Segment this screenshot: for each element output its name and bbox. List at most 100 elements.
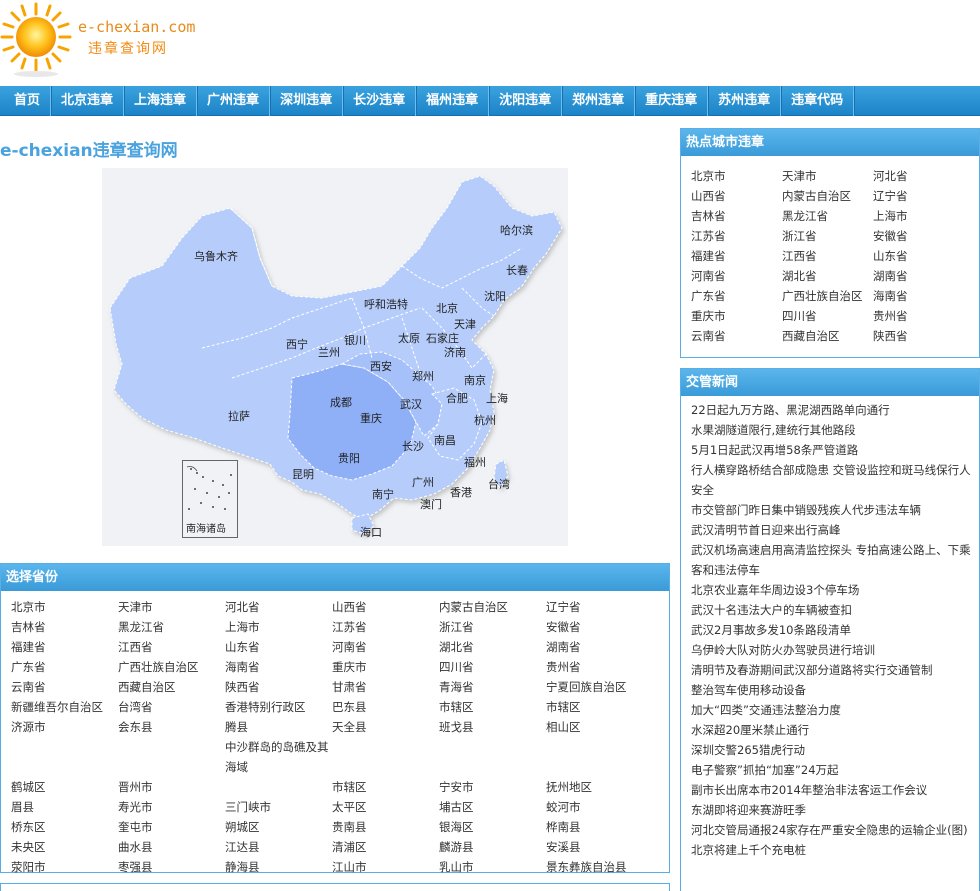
hot-city-link[interactable]: 广东省 [691, 286, 782, 306]
map-city-label[interactable]: 太原 [398, 330, 420, 346]
province-link[interactable]: 广西壮族自治区 [118, 657, 225, 677]
map-city-label[interactable]: 兰州 [318, 344, 340, 360]
province-link[interactable]: 清浦区 [332, 837, 439, 857]
province-link[interactable]: 晋州市 [118, 777, 225, 797]
map-city-label[interactable]: 西宁 [286, 336, 308, 352]
province-link[interactable]: 内蒙古自治区 [439, 597, 546, 617]
province-link[interactable]: 山东省 [225, 637, 332, 657]
province-link[interactable]: 桥东区 [11, 817, 118, 837]
province-link[interactable]: 北京市 [11, 597, 118, 617]
map-city-label[interactable]: 西安 [370, 358, 392, 374]
hot-city-link[interactable]: 内蒙古自治区 [782, 186, 873, 206]
province-link[interactable]: 黑龙江省 [118, 617, 225, 637]
hot-city-link[interactable]: 山西省 [691, 186, 782, 206]
hot-city-link[interactable]: 福建省 [691, 246, 782, 266]
province-link[interactable]: 会东县 [118, 717, 225, 737]
hot-city-link[interactable]: 湖北省 [782, 266, 873, 286]
map-city-label[interactable]: 长沙 [402, 438, 424, 454]
nav-item[interactable]: 上海违章 [124, 86, 198, 116]
china-map[interactable]: 哈尔滨 长春 乌鲁木齐 呼和浩特 沈阳 北京 天津 银川 太原 石家庄 西宁 兰州 济南 西安 郑州 南京 合肥… [102, 168, 568, 546]
map-city-label[interactable]: 成都 [330, 394, 352, 410]
province-link[interactable]: 未央区 [11, 837, 118, 857]
hot-city-link[interactable]: 西藏自治区 [782, 326, 873, 346]
province-link[interactable]: 江达县 [225, 837, 332, 857]
news-link[interactable]: 电子警察”抓拍“加塞”24万起 [691, 760, 971, 780]
province-link[interactable]: 桦南县 [546, 817, 653, 837]
map-city-label[interactable]: 乌鲁木齐 [194, 248, 238, 264]
news-link[interactable]: 水深超20厘米禁止通行 [691, 720, 971, 740]
news-link[interactable]: 东湖即将迎来赛游旺季 [691, 800, 971, 820]
province-link[interactable]: 河北省 [225, 597, 332, 617]
province-link[interactable]: 市辖区 [439, 697, 546, 717]
province-link[interactable]: 吉林省 [11, 617, 118, 637]
province-link[interactable]: 新疆维吾尔自治区 [11, 697, 118, 717]
province-link[interactable]: 巴东县 [332, 697, 439, 717]
province-link[interactable]: 麟游县 [439, 837, 546, 857]
news-link[interactable]: 武汉十名违法大户的车辆被查扣 [691, 600, 971, 620]
province-link[interactable]: 济源市 [11, 717, 118, 737]
province-link[interactable]: 西藏自治区 [118, 677, 225, 697]
news-link[interactable]: 武汉2月事故多发10条路段清单 [691, 620, 971, 640]
province-link[interactable]: 市辖区 [332, 777, 439, 797]
province-link[interactable]: 奎屯市 [118, 817, 225, 837]
hot-city-link[interactable]: 北京市 [691, 166, 782, 186]
province-link[interactable]: 福建省 [11, 637, 118, 657]
map-city-label[interactable]: 北京 [436, 300, 458, 316]
nav-item[interactable]: 重庆违章 [635, 86, 709, 116]
province-link[interactable]: 江山市 [332, 857, 439, 877]
news-link[interactable]: 清明节及春游期间武汉部分道路将实行交通管制 [691, 660, 971, 680]
province-link[interactable]: 湖北省 [439, 637, 546, 657]
hot-city-link[interactable]: 湖南省 [873, 266, 964, 286]
news-link[interactable]: 乌伊岭大队对防火办驾驶员进行培训 [691, 640, 971, 660]
map-city-label[interactable]: 杭州 [474, 412, 496, 428]
nav-item[interactable]: 首页 [4, 86, 52, 116]
map-city-label[interactable]: 澳门 [420, 496, 442, 512]
province-link[interactable]: 荥阳市 [11, 857, 118, 877]
hot-city-link[interactable]: 广西壮族自治区 [782, 286, 873, 306]
news-link[interactable]: 加大“四类”交通违法整治力度 [691, 700, 971, 720]
province-link[interactable]: 海南省 [225, 657, 332, 677]
province-link[interactable]: 宁安市 [439, 777, 546, 797]
province-link[interactable]: 天津市 [118, 597, 225, 617]
province-link[interactable]: 浙江省 [439, 617, 546, 637]
province-link[interactable]: 安溪县 [546, 837, 653, 857]
map-city-label[interactable]: 贵阳 [338, 450, 360, 466]
province-link[interactable]: 甘肃省 [332, 677, 439, 697]
map-city-label[interactable]: 上海 [486, 390, 508, 406]
province-link[interactable]: 安徽省 [546, 617, 653, 637]
map-city-label[interactable]: 银川 [344, 332, 366, 348]
map-city-label[interactable]: 郑州 [412, 368, 434, 384]
province-link[interactable]: 四川省 [439, 657, 546, 677]
map-city-label[interactable]: 广州 [412, 474, 434, 490]
province-link[interactable]: 乳山市 [439, 857, 546, 877]
province-link[interactable]: 朔城区 [225, 817, 332, 837]
province-link[interactable]: 香港特别行政区 [225, 697, 332, 717]
hot-city-link[interactable]: 山东省 [873, 246, 964, 266]
map-city-label[interactable]: 哈尔滨 [500, 222, 533, 238]
map-city-label[interactable]: 武汉 [400, 396, 422, 412]
map-city-label[interactable]: 沈阳 [484, 288, 506, 304]
news-link[interactable]: 市交管部门昨日集中销毁残疾人代步违法车辆 [691, 500, 971, 520]
map-city-label[interactable]: 南宁 [372, 486, 394, 502]
province-link[interactable]: 中沙群岛的岛礁及其海域 [225, 737, 332, 777]
map-city-label[interactable]: 香港 [450, 484, 472, 500]
news-link[interactable]: 水果湖隧道限行,建统行其他路段 [691, 420, 971, 440]
province-link[interactable]: 江苏省 [332, 617, 439, 637]
map-city-label[interactable]: 南昌 [434, 432, 456, 448]
province-link[interactable]: 江西省 [118, 637, 225, 657]
news-link[interactable]: 行人横穿路桥结合部成隐患 交管设监控和斑马线保行人安全 [691, 460, 971, 500]
news-link[interactable]: 武汉机场高速启用高清监控探头 专拍高速公路上、下乘客和违法停车 [691, 540, 971, 580]
nav-item[interactable]: 长沙违章 [343, 86, 417, 116]
map-city-label[interactable]: 合肥 [446, 390, 468, 406]
map-city-label[interactable]: 重庆 [360, 410, 382, 426]
province-link[interactable]: 云南省 [11, 677, 118, 697]
map-city-label[interactable]: 海口 [360, 524, 382, 540]
hot-city-link[interactable]: 云南省 [691, 326, 782, 346]
province-link[interactable]: 山西省 [332, 597, 439, 617]
nav-item[interactable]: 福州违章 [416, 86, 490, 116]
map-city-label[interactable]: 济南 [444, 344, 466, 360]
hot-city-link[interactable]: 海南省 [873, 286, 964, 306]
map-city-label[interactable]: 南京 [464, 372, 486, 388]
hot-city-link[interactable]: 江西省 [782, 246, 873, 266]
hot-city-link[interactable]: 重庆市 [691, 306, 782, 326]
